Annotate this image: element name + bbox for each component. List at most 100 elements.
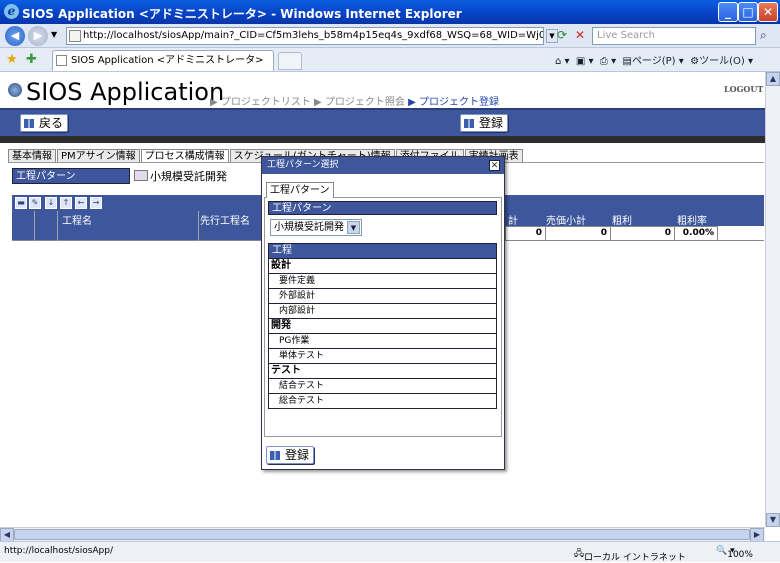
process-item[interactable]: 単体テスト (269, 348, 496, 363)
breadcrumb-item[interactable]: プロジェクトリスト (221, 97, 311, 108)
dialog-pattern-label: 工程パターン (268, 201, 497, 215)
process-group[interactable]: 設計 (269, 258, 496, 273)
window-title: SIOS Application <アドミニストレータ> - Windows I… (22, 7, 462, 21)
col-subtotal: 計 (508, 216, 518, 227)
search-icon[interactable]: ⌕ (760, 28, 767, 43)
tab-basic-info[interactable]: 基本情報 (8, 149, 56, 163)
move-up-icon[interactable]: ↑ (60, 197, 72, 209)
browser-tab-title: SIOS Application <アドミニストレータ> (71, 55, 264, 66)
back-nav-button[interactable]: ◀ (5, 26, 25, 46)
forward-nav-button[interactable]: ▶ (28, 26, 48, 46)
tab-pm-assign[interactable]: PMアサイン情報 (57, 149, 140, 163)
register-button[interactable]: 登録 (460, 114, 509, 132)
col-process-name: 工程名 (62, 216, 92, 227)
vertical-scrollbar[interactable]: ▲ ▼ (765, 72, 780, 527)
dialog-tab[interactable]: 工程パターン (266, 182, 334, 198)
edit-row-icon[interactable]: ✎ (29, 197, 41, 209)
history-dropdown-icon[interactable]: ▼ (51, 30, 57, 39)
window-title-bar: e SIOS Application <アドミニストレータ> - Windows… (0, 0, 780, 24)
process-list-header: 工程 (269, 244, 496, 258)
grid-divider (57, 211, 58, 241)
remove-row-icon[interactable]: ▬ (15, 197, 27, 209)
grid-cell-empty (718, 226, 764, 241)
action-bar: 戻る 登録 (0, 108, 766, 136)
address-text: http://localhost/siosApp/main?_CID=Cf5m3… (83, 30, 543, 41)
back-button[interactable]: 戻る (20, 114, 69, 132)
favorites-star-icon[interactable]: ★ (6, 52, 18, 67)
browser-tab-active[interactable]: SIOS Application <アドミニストレータ> (52, 50, 274, 71)
process-item[interactable]: 総合テスト (269, 393, 496, 408)
page-icon (69, 30, 81, 42)
grid-icon (24, 119, 34, 128)
navigation-bar: ◀ ▶ ▼ http://localhost/siosApp/main?_CID… (0, 24, 780, 48)
browser-tab-bar: ★ ✚ SIOS Application <アドミニストレータ> ⌂ ▾ ▣ ▾… (0, 48, 780, 72)
col-sales-subtotal: 売価小計 (546, 216, 586, 227)
logout-link[interactable]: LOGOUT (724, 84, 763, 94)
pattern-label: 工程パターン (12, 168, 130, 184)
col-predecessor: 先行工程名 (200, 216, 250, 227)
breadcrumb-current: プロジェクト登録 (419, 97, 499, 108)
process-group[interactable]: 開発 (269, 318, 496, 333)
dialog-register-button[interactable]: 登録 (266, 446, 315, 464)
process-list: 工程 設計 要件定義 外部設計 内部設計 開発 PG作業 単体テスト テスト 結合テスト 総合テス… (268, 243, 497, 409)
refresh-icon[interactable]: ⟳ (553, 28, 571, 44)
zone-indicator: 🖧 ローカル イントラネット (574, 549, 686, 563)
status-url: http://localhost/siosApp/ (4, 546, 114, 556)
col-gross-profit: 粗利 (612, 216, 632, 227)
new-tab-button[interactable] (278, 52, 302, 70)
dialog-close-icon[interactable]: ✕ (489, 160, 500, 171)
app-logo: SIOS Application (8, 78, 224, 106)
home-icon[interactable]: ⌂ ▾ (555, 56, 570, 67)
process-item[interactable]: PG作業 (269, 333, 496, 348)
total-sales: 0 (545, 226, 611, 241)
scroll-right-icon[interactable]: ▶ (750, 528, 764, 542)
move-left-icon[interactable]: ← (75, 197, 87, 209)
maximize-button[interactable]: □ (738, 2, 758, 22)
grid-divider (34, 211, 35, 241)
scroll-down-icon[interactable]: ▼ (766, 513, 780, 527)
process-item[interactable]: 内部設計 (269, 303, 496, 318)
col-profit-rate: 粗利率 (677, 216, 707, 227)
total-gross-profit: 0 (610, 226, 675, 241)
total-profit-rate: 0.00% (674, 226, 718, 241)
scroll-thumb[interactable] (14, 529, 750, 540)
logo-icon (8, 83, 22, 97)
tools-menu[interactable]: ⚙ツール(O) ▾ (690, 56, 753, 67)
dialog-title: 工程パターン選択 (262, 157, 504, 174)
process-item[interactable]: 結合テスト (269, 378, 496, 393)
total-subtotal: 0 (505, 226, 546, 241)
page-menu[interactable]: ▤ページ(P) ▾ (622, 56, 683, 67)
pattern-value[interactable]: 小規模受託開発 (134, 168, 227, 184)
scroll-left-icon[interactable]: ◀ (0, 528, 14, 542)
process-item[interactable]: 外部設計 (269, 288, 496, 303)
select-pattern-icon[interactable] (134, 170, 148, 181)
minimize-button[interactable]: _ (718, 2, 738, 22)
command-bar: ⌂ ▾ ▣ ▾ ⎙ ▾ ▤ページ(P) ▾ ⚙ツール(O) ▾ (555, 52, 753, 67)
address-bar[interactable]: http://localhost/siosApp/main?_CID=Cf5m3… (66, 27, 544, 45)
process-item[interactable]: 要件定義 (269, 273, 496, 288)
tab-process-config[interactable]: プロセス構成情報 (140, 149, 229, 163)
feeds-icon[interactable]: ▣ ▾ (576, 56, 594, 67)
move-down-icon[interactable]: ↓ (45, 197, 57, 209)
app-header: SIOS Application ▶ プロジェクトリスト ▶ プロジェクト照会 … (0, 72, 766, 110)
close-window-button[interactable]: ✕ (758, 2, 778, 22)
pattern-select[interactable]: 小規模受託開発 ▼ (270, 219, 362, 236)
page-icon (56, 55, 67, 66)
status-bar: http://localhost/siosApp/ 🖧 ローカル イントラネット… (0, 541, 780, 563)
stop-icon[interactable]: ✕ (572, 28, 588, 44)
grid-divider (198, 211, 199, 241)
header-divider (0, 136, 766, 143)
process-group[interactable]: テスト (269, 363, 496, 378)
grid-icon (464, 119, 474, 128)
horizontal-scrollbar[interactable]: ◀ ▶ (0, 527, 765, 542)
grid-icon (270, 451, 280, 460)
search-input[interactable]: Live Search (592, 27, 756, 45)
zoom-control[interactable]: 🔍 100% ▾ (716, 546, 753, 560)
print-icon[interactable]: ⎙ ▾ (600, 56, 616, 67)
breadcrumb-item[interactable]: プロジェクト照会 (325, 97, 405, 108)
app-name: SIOS Application (26, 78, 225, 106)
move-right-icon[interactable]: → (90, 197, 102, 209)
ie-logo-icon: e (4, 4, 19, 19)
scroll-up-icon[interactable]: ▲ (766, 72, 780, 86)
add-favorites-icon[interactable]: ✚ (26, 52, 37, 67)
